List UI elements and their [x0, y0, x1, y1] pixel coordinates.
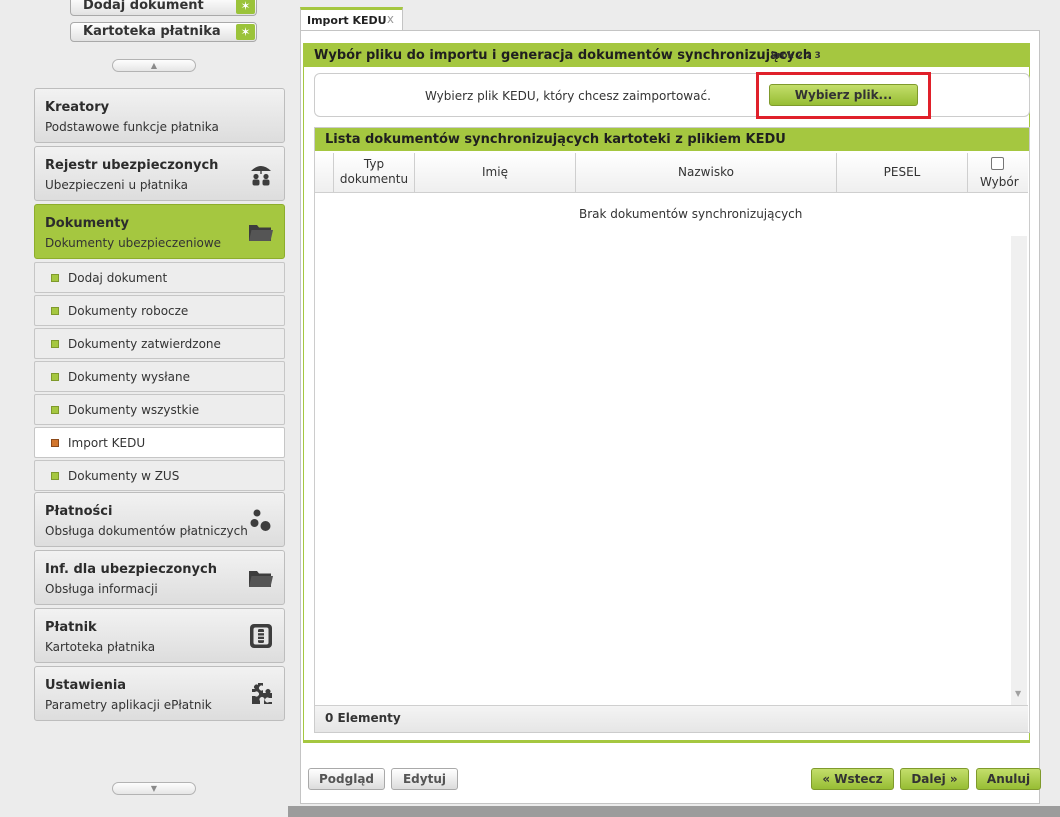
column-header-typ-dokumentu[interactable]: Typ dokumentu [333, 153, 414, 192]
category-title: Płatnik [45, 620, 97, 635]
list-title: Lista dokumentów synchronizujących karto… [325, 132, 786, 147]
category-title: Kreatory [45, 100, 110, 115]
column-header-nazwisko[interactable]: Nazwisko [575, 153, 836, 192]
highlight-frame [756, 72, 931, 119]
column-header-label: Typ [363, 157, 385, 171]
category-title: Dokumenty [45, 216, 129, 231]
table-header: Typ dokumentu Imię Nazwisko PESEL [315, 153, 1028, 193]
sidebar-item-label: Dokumenty zatwierdzone [68, 337, 221, 351]
sidebar-category-platnosci[interactable]: Płatności Obsługa dokumentów płatniczych [34, 492, 285, 547]
window-bottom-edge [288, 806, 1060, 817]
sidebar-category-rejestr[interactable]: Rejestr ubezpieczonych Ubezpieczeni u pł… [34, 146, 285, 201]
sidebar-category-inf[interactable]: Inf. dla ubezpieczonych Obsługa informac… [34, 550, 285, 605]
sidebar-category-ustawienia[interactable]: Ustawienia Parametry aplikacji ePłatnik [34, 666, 285, 721]
bullet-icon [51, 340, 59, 348]
column-header-label: Imię [482, 165, 508, 179]
list-scrollbar[interactable] [1011, 236, 1027, 705]
column-header-pesel[interactable]: PESEL [836, 153, 967, 192]
category-subtitle: Obsługa informacji [45, 582, 158, 596]
tab-label: Import KEDU [307, 14, 387, 27]
folder-icon [249, 571, 273, 587]
quick-payer-file-button[interactable]: Kartoteka płatnika ✶ [70, 22, 257, 42]
sidebar-item-dokumenty-robocze[interactable]: Dokumenty robocze [34, 295, 285, 326]
sidebar-scroll-down-button[interactable]: ▼ [112, 782, 196, 795]
column-header-wybor-label: Wybór [980, 175, 1019, 189]
bullet-icon [51, 472, 59, 480]
wand-icon: ✶ [236, 0, 255, 14]
wizard-title: Wybór pliku do importu i generacja dokum… [314, 48, 812, 63]
list-footer [315, 705, 1028, 732]
sidebar-item-dokumenty-zatwierdzone[interactable]: Dokumenty zatwierdzone [34, 328, 285, 359]
bullet-icon [51, 274, 59, 282]
quick-add-document-button[interactable]: Dodaj dokument ✶ [70, 0, 257, 16]
folder-icon [249, 225, 273, 241]
payer-file-icon [250, 624, 272, 648]
sidebar-category-platnik[interactable]: Płatnik Kartoteka płatnika [34, 608, 285, 663]
chevron-down-icon[interactable]: ▼ [1015, 689, 1021, 698]
column-header-label: Nazwisko [678, 165, 734, 179]
category-subtitle: Podstawowe funkcje płatnika [45, 120, 219, 134]
sidebar-category-kreatory[interactable]: Kreatory Podstawowe funkcje płatnika [34, 88, 285, 143]
coins-icon [250, 509, 271, 531]
next-button[interactable]: Dalej » [900, 768, 969, 790]
puzzle-icon [252, 683, 272, 704]
sidebar-item-dokumenty-w-zus[interactable]: Dokumenty w ZUS [34, 460, 285, 491]
column-header-imie[interactable]: Imię [414, 153, 575, 192]
wizard-step: krok 2 z 3 [771, 51, 821, 61]
category-title: Ustawienia [45, 678, 127, 693]
sidebar-item-label: Import KEDU [68, 436, 146, 450]
list-section-header: Lista dokumentów synchronizujących karto… [315, 128, 1029, 151]
empty-list-message: Brak dokumentów synchronizujących [579, 207, 803, 221]
category-title: Rejestr ubezpieczonych [45, 158, 219, 173]
sidebar-item-label: Dodaj dokument [68, 271, 168, 285]
sidebar-item-dodaj-dokument[interactable]: Dodaj dokument [34, 262, 285, 293]
file-prompt-text: Wybierz plik KEDU, który chcesz zaimport… [425, 89, 711, 103]
close-icon[interactable]: x [387, 12, 394, 26]
category-subtitle: Dokumenty ubezpieczeniowe [45, 236, 222, 250]
column-header-label: PESEL [883, 165, 921, 179]
category-subtitle: Kartoteka płatnika [45, 640, 156, 654]
sidebar-scroll-up-button[interactable]: ▲ [112, 59, 196, 72]
category-subtitle: Obsługa dokumentów płatniczych [45, 524, 248, 538]
sidebar-category-dokumenty[interactable]: Dokumenty Dokumenty ubezpieczeniowe [34, 204, 285, 259]
select-all-checkbox[interactable] [991, 157, 1004, 170]
sidebar-item-import-kedu[interactable]: Import KEDU [34, 427, 285, 458]
insured-people-icon [251, 166, 271, 186]
sidebar-item-dokumenty-wyslane[interactable]: Dokumenty wysłane [34, 361, 285, 392]
category-subtitle: Parametry aplikacji ePłatnik [45, 698, 212, 712]
quick-payer-file-label: Kartoteka płatnika [83, 24, 221, 39]
wizard-section-header: Wybór pliku do importu i generacja dokum… [304, 44, 1029, 67]
edit-button[interactable]: Edytuj [391, 768, 458, 790]
category-title: Płatności [45, 504, 113, 519]
wand-icon: ✶ [236, 24, 255, 40]
item-count: 0 Elementy [325, 711, 401, 725]
cancel-button[interactable]: Anuluj [976, 768, 1041, 790]
back-button[interactable]: « Wstecz [811, 768, 894, 790]
sidebar-item-label: Dokumenty robocze [68, 304, 189, 318]
sidebar-item-label: Dokumenty wszystkie [68, 403, 200, 417]
chevron-up-icon: ▲ [150, 61, 158, 70]
category-title: Inf. dla ubezpieczonych [45, 562, 217, 577]
sidebar-item-dokumenty-wszystkie[interactable]: Dokumenty wszystkie [34, 394, 285, 425]
category-subtitle: Ubezpieczeni u płatnika [45, 178, 188, 192]
sidebar-item-label: Dokumenty w ZUS [68, 469, 180, 483]
sidebar-item-label: Dokumenty wysłane [68, 370, 190, 384]
quick-add-document-label: Dodaj dokument [83, 0, 204, 13]
bullet-icon [51, 373, 59, 381]
chevron-down-icon: ▼ [150, 784, 158, 793]
bullet-icon [51, 307, 59, 315]
bullet-icon [51, 439, 59, 447]
bullet-icon [51, 406, 59, 414]
column-header-label: dokumentu [339, 172, 409, 186]
tab-import-kedu[interactable]: Import KEDU x [300, 7, 403, 31]
preview-button[interactable]: Podgląd [308, 768, 385, 790]
sidebar: Dodaj dokument ✶ Kartoteka płatnika ✶ ▲ … [0, 0, 300, 817]
